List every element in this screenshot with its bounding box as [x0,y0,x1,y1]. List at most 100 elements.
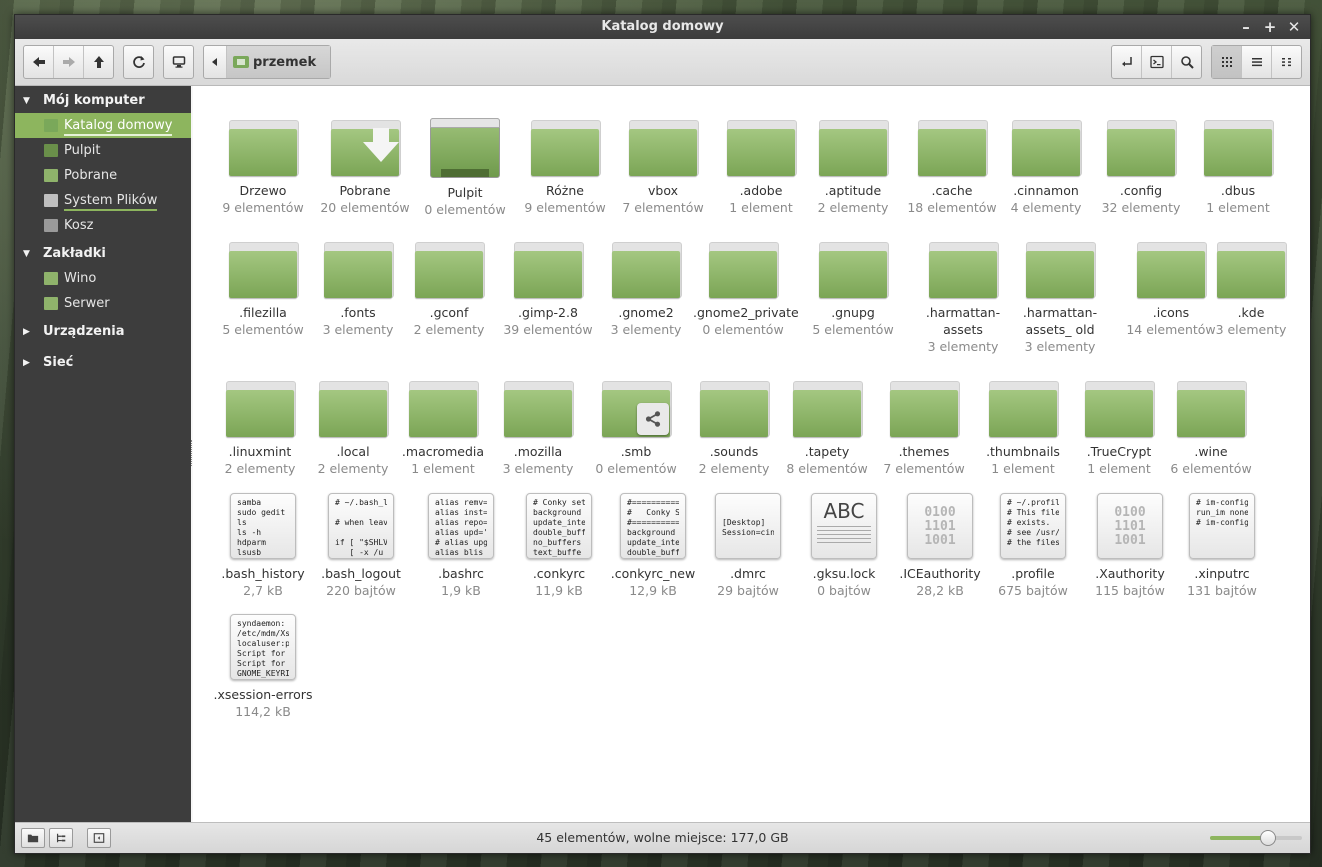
file-item[interactable]: samba sudo gedit ls ls -h hdparm lsusb .b… [213,493,313,599]
sidebar-section-header[interactable]: ▼ Mój komputer [15,88,191,113]
sidebar-item[interactable]: Pobrane [15,163,191,188]
file-name: .gconf [429,305,469,320]
back-button[interactable] [24,46,54,78]
file-item[interactable]: .filezilla 5 elementów [213,232,313,338]
zoom-slider[interactable] [1210,830,1302,846]
file-item[interactable]: .mozilla 3 elementy [488,371,588,477]
file-name: .tapety [804,444,850,459]
folder-icon [514,240,584,298]
file-item[interactable]: .aptitude 2 elementy [803,110,903,216]
folder-icon [612,240,682,298]
file-item[interactable]: .tapety 8 elementów [777,371,877,477]
file-item[interactable]: .fonts 3 elementy [308,232,408,338]
file-preview: ABC [823,499,865,523]
file-item[interactable]: .kde 3 elementy [1201,232,1301,338]
file-item[interactable]: .gimp-2.8 39 elementów [498,232,598,338]
file-meta: 2 elementy [698,461,770,476]
file-item[interactable]: #========== # Conky S #========== backgr… [603,493,703,599]
file-item[interactable]: vbox 7 elementów [613,110,713,216]
file-item[interactable]: .gconf 2 elementy [399,232,499,338]
file-item[interactable]: [Desktop] Session=cin .dmrc 29 bajtów [698,493,798,599]
forward-button[interactable] [54,46,84,78]
file-item[interactable]: .cinnamon 4 elementy [996,110,1096,216]
file-name: .themes [898,444,950,459]
sidebar-item[interactable]: Katalog domowy [15,113,191,138]
location-toggle-button[interactable] [1112,46,1142,78]
status-text: 45 elementów, wolne miejsce: 177,0 GB [536,830,789,845]
folder-icon [44,272,58,285]
file-item[interactable]: .sounds 2 elementy [684,371,784,477]
file-preview: samba sudo gedit ls ls -h hdparm lsusb [237,498,286,557]
sidebar-section-header[interactable]: ▶ Urządzenia [15,319,191,344]
minimize-button[interactable]: – [1238,15,1254,39]
file-item[interactable]: # im-config run_im none # im-config .xinp… [1172,493,1272,599]
breadcrumb-home[interactable]: przemek [227,46,331,78]
zoom-slider-handle[interactable] [1260,830,1277,846]
text-file-icon: [Desktop] Session=cin [715,493,781,559]
file-meta: 114,2 kB [235,704,291,719]
caret-down-icon: ▼ [23,95,30,106]
file-item[interactable]: Różne 9 elementów [515,110,615,216]
file-name: .Xauthority [1095,566,1165,581]
sidebar-item[interactable]: Serwer [15,291,191,316]
file-item[interactable]: .macromedia 1 element [393,371,493,477]
file-item[interactable]: Drzewo 9 elementów [213,110,313,216]
file-item[interactable]: .wine 6 elementów [1161,371,1261,477]
file-meta: 2 elementy [413,322,485,337]
file-item[interactable]: .gnome2 3 elementy [596,232,696,338]
reload-button[interactable] [124,46,153,78]
file-item[interactable]: 0100 1101 1001 .ICEauthority 28,2 kB [890,493,990,599]
file-item[interactable]: Pulpit 0 elementów [415,110,515,218]
file-meta: 29 bajtów [717,583,779,598]
file-item[interactable]: .linuxmint 2 elementy [210,371,310,477]
file-meta: 0 elementów [424,202,506,217]
file-item[interactable]: # ~/.bash_l # when leav if [ "$SHLV [ -x… [311,493,411,599]
list-view-button[interactable] [1242,46,1272,78]
file-item[interactable]: .smb 0 elementów [586,371,686,477]
file-item[interactable]: alias remv= alias inst= alias repo= alia… [411,493,511,599]
computer-button[interactable] [164,46,193,78]
breadcrumb-left-button[interactable] [204,46,227,78]
font-file-icon: ABC [811,493,877,559]
file-name: .smb [620,444,652,459]
sidebar-item[interactable]: Kosz [15,213,191,238]
icon-view-button[interactable] [1212,46,1242,78]
sidebar-item[interactable]: System Plików [15,188,191,213]
arrow-left-icon [32,57,45,67]
file-item[interactable]: .harmattan-assets_ old 3 elementy [1010,232,1110,355]
file-item[interactable]: Pobrane 20 elementów [315,110,415,216]
file-item[interactable]: .themes 7 elementów [874,371,974,477]
file-item[interactable]: .gnome2_private 0 elementów [693,232,799,338]
file-item[interactable]: ABC .gksu.lock 0 bajtów [794,493,894,599]
maximize-button[interactable]: + [1262,15,1278,39]
compact-view-button[interactable] [1272,46,1301,78]
file-item[interactable]: .dbus 1 element [1188,110,1288,216]
terminal-button[interactable] [1142,46,1172,78]
shared-folder-icon [602,379,672,437]
file-item[interactable]: .thumbnails 1 element [973,371,1073,477]
file-item[interactable]: .local 2 elementy [303,371,403,477]
breadcrumb: przemek [203,45,332,79]
file-item[interactable]: 0100 1101 1001 .Xauthority 115 bajtów [1080,493,1180,599]
close-button[interactable]: ✕ [1286,15,1302,39]
sidebar-item[interactable]: Wino [15,266,191,291]
file-name: .dbus [1220,183,1256,198]
search-button[interactable] [1172,46,1201,78]
title-bar[interactable]: Katalog domowy – + ✕ [15,15,1310,39]
sidebar-section-header[interactable]: ▼ Zakładki [15,241,191,266]
file-meta: 4 elementy [1010,200,1082,215]
up-button[interactable] [84,46,113,78]
sidebar-section-header[interactable]: ▶ Sieć [15,350,191,375]
file-item[interactable]: .config 32 elementy [1091,110,1191,216]
file-item[interactable]: syndaemon: /etc/mdm/Xs localuser:p Scrip… [213,614,313,720]
breadcrumb-label: przemek [253,54,317,70]
file-item[interactable]: .gnupg 5 elementów [803,232,903,338]
file-item[interactable]: # Conky set background update_inte doubl… [509,493,609,599]
sidebar-item[interactable]: Pulpit [15,138,191,163]
file-item[interactable]: .adobe 1 element [711,110,811,216]
file-item[interactable]: .harmattan-assets 3 elementy [913,232,1013,355]
home-folder-icon [233,56,249,68]
file-item[interactable]: .cache 18 elementów [902,110,1002,216]
file-item[interactable]: .TrueCrypt 1 element [1069,371,1169,477]
file-item[interactable]: # ~/.profil # This file # exists. # see … [983,493,1083,599]
